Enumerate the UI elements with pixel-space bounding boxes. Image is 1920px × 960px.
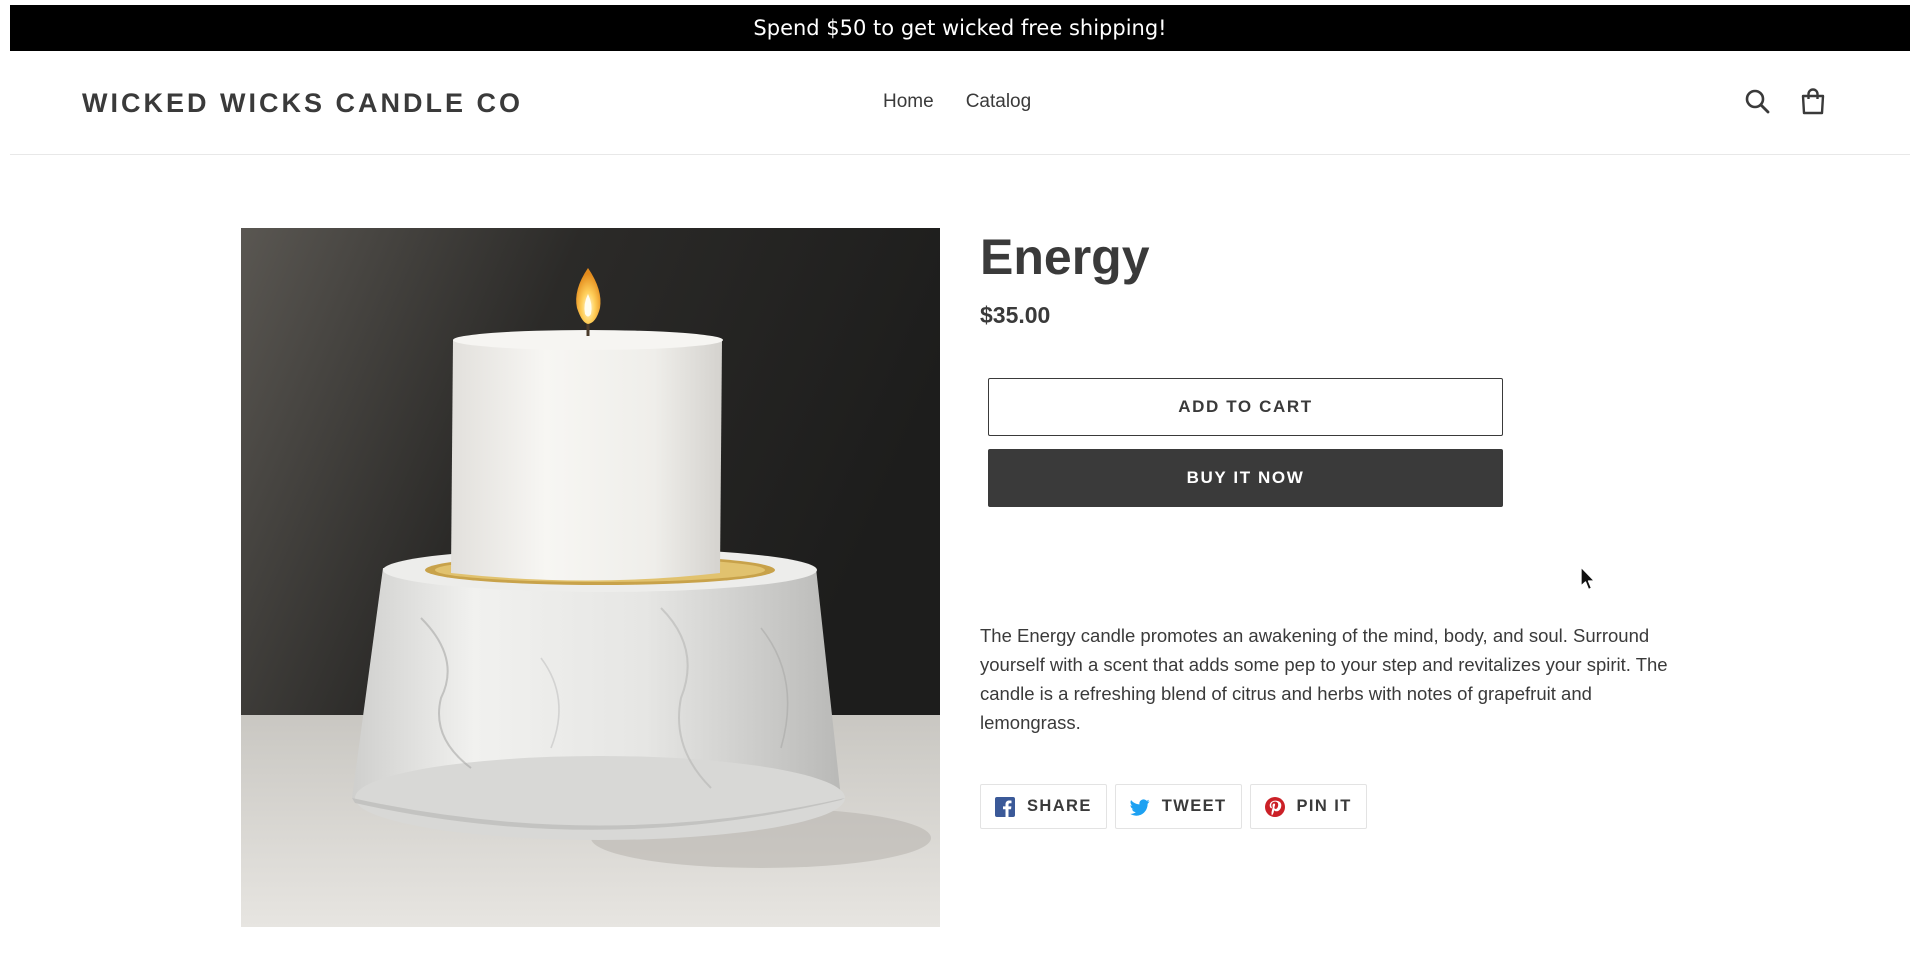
share-pinterest-button[interactable]: PIN IT	[1249, 784, 1367, 829]
site-header: WICKED WICKS CANDLE CO Home Catalog	[10, 51, 1910, 155]
main-nav: Home Catalog	[883, 91, 1031, 113]
product-section: Energy $35.00 ADD TO CART BUY IT NOW The…	[10, 155, 1910, 955]
share-twitter-button[interactable]: TWEET	[1114, 784, 1242, 829]
nav-link-home[interactable]: Home	[883, 91, 934, 113]
share-facebook-label: SHARE	[1027, 797, 1092, 815]
pinterest-icon	[1264, 796, 1285, 817]
header-icons	[1744, 87, 1826, 115]
facebook-icon	[995, 796, 1015, 817]
search-icon[interactable]	[1744, 87, 1770, 115]
buy-it-now-button[interactable]: BUY IT NOW	[988, 449, 1503, 507]
product-description: The Energy candle promotes an awakening …	[980, 625, 1668, 733]
product-info: Energy $35.00 ADD TO CART BUY IT NOW The…	[980, 227, 1680, 829]
nav-link-catalog[interactable]: Catalog	[966, 91, 1032, 113]
share-pinterest-label: PIN IT	[1296, 797, 1352, 815]
page: Spend $50 to get wicked free shipping! W…	[10, 5, 1910, 955]
cart-icon[interactable]	[1800, 87, 1826, 115]
twitter-icon	[1129, 798, 1150, 816]
announcement-bar: Spend $50 to get wicked free shipping!	[10, 5, 1910, 51]
social-share: SHARE TWEET PIN IT	[980, 784, 1367, 829]
announcement-text: Spend $50 to get wicked free shipping!	[753, 16, 1167, 40]
product-price: $35.00	[980, 302, 1051, 328]
share-twitter-label: TWEET	[1161, 797, 1227, 815]
product-title: Energy	[980, 229, 1150, 285]
add-to-cart-button[interactable]: ADD TO CART	[988, 378, 1503, 436]
share-facebook-button[interactable]: SHARE	[980, 784, 1107, 829]
mouse-cursor-icon	[1580, 566, 1596, 591]
candle-photo[interactable]	[241, 228, 940, 927]
store-logo[interactable]: WICKED WICKS CANDLE CO	[82, 88, 523, 119]
